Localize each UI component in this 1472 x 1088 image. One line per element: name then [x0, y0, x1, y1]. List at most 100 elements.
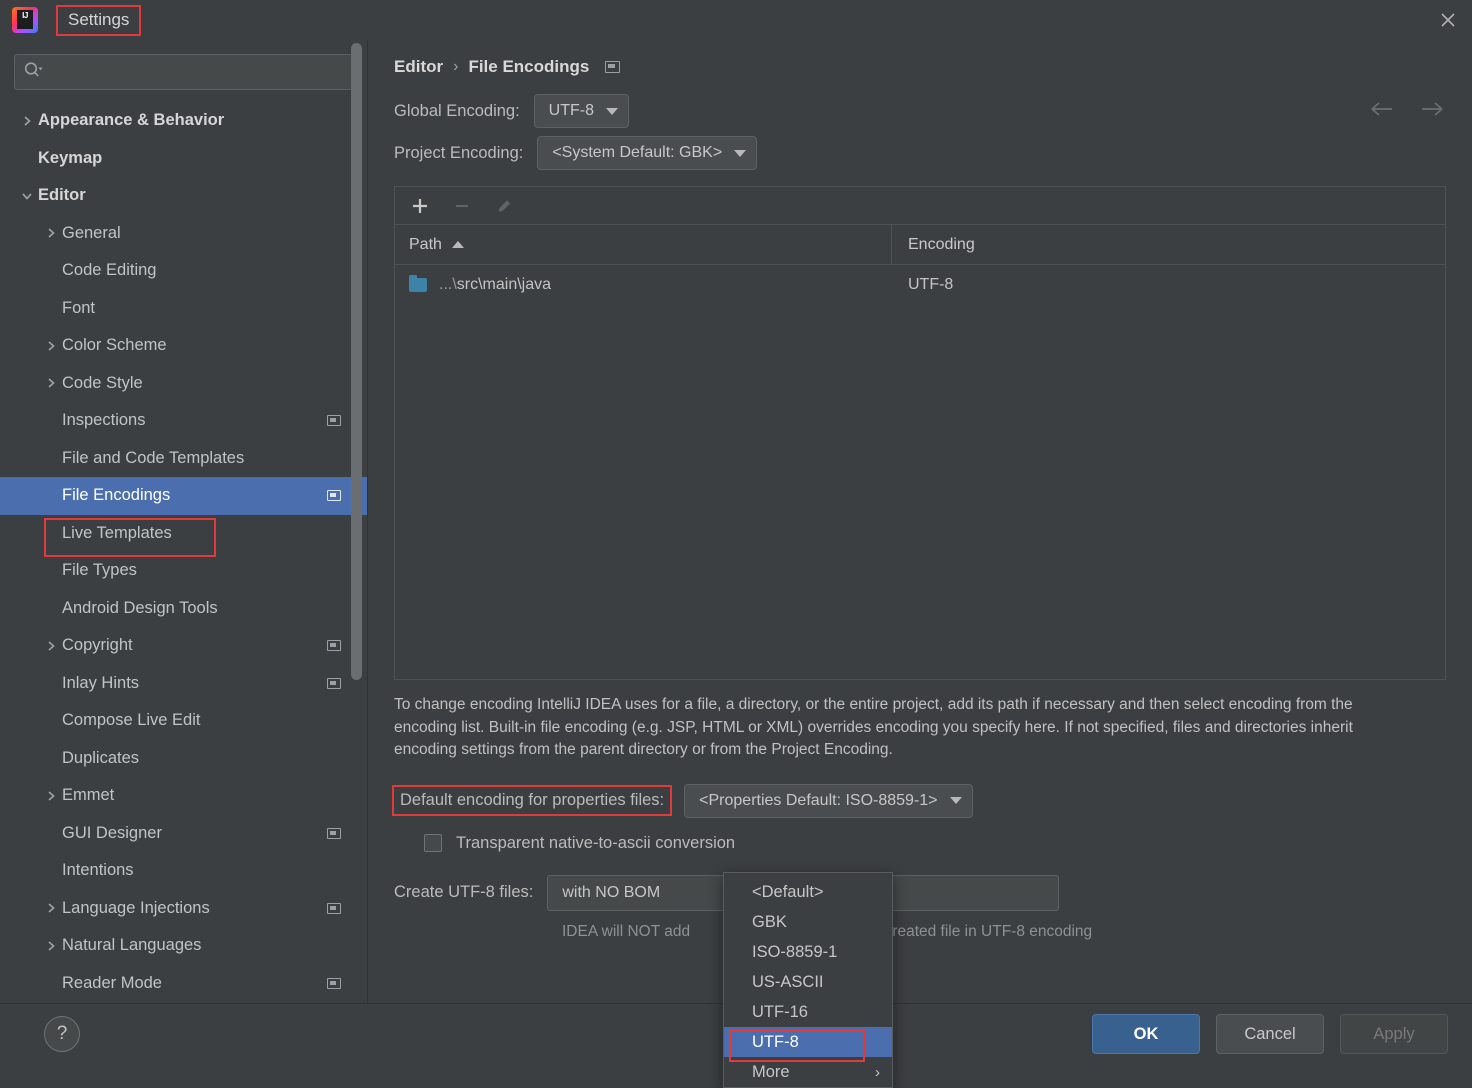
back-arrow-icon[interactable]	[1370, 100, 1396, 123]
sidebar-item-label: File and Code Templates	[62, 448, 245, 467]
encodings-table-panel: Path Encoding ...\src\main\java UTF-8	[394, 186, 1446, 680]
sidebar-item-label: Code Editing	[62, 261, 157, 280]
sidebar-item-font[interactable]: Font	[0, 290, 367, 328]
transparent-conversion-checkbox[interactable]	[424, 834, 442, 852]
chevron-right-icon: ›	[875, 1063, 880, 1081]
column-label-path: Path	[409, 235, 442, 253]
cancel-button[interactable]: Cancel	[1216, 1014, 1324, 1054]
properties-encoding-dropdown[interactable]: <Default> GBK ISO-8859-1 US-ASCII UTF-16 UTF-…	[723, 872, 893, 1088]
chevron-right-icon[interactable]	[40, 639, 62, 653]
sidebar-item-duplicates[interactable]: Duplicates	[0, 740, 367, 778]
sidebar-item-label: Live Templates	[62, 523, 172, 542]
ok-button[interactable]: OK	[1092, 1014, 1200, 1054]
remove-button[interactable]	[451, 195, 473, 217]
search-box[interactable]	[14, 54, 353, 90]
global-encoding-label: Global Encoding:	[394, 101, 520, 120]
sidebar-item-keymap[interactable]: Keymap	[0, 140, 367, 178]
table-toolbar	[395, 187, 1445, 225]
chevron-right-icon[interactable]	[16, 114, 38, 128]
sidebar-item-file-encodings[interactable]: File Encodings	[0, 477, 367, 515]
dropdown-option-utf-16[interactable]: UTF-16	[724, 997, 892, 1027]
chevron-right-icon[interactable]	[40, 939, 62, 953]
project-scope-icon	[327, 490, 341, 502]
dropdown-option-utf-8[interactable]: UTF-8	[724, 1027, 892, 1057]
search-input[interactable]	[49, 64, 344, 80]
sidebar-item-appearance-behavior[interactable]: Appearance & Behavior	[0, 102, 367, 140]
sidebar-item-label: Duplicates	[62, 748, 140, 767]
create-utf8-hint-right: ery created file in UTF-8 encoding	[858, 922, 1093, 940]
sidebar-item-label: Reader Mode	[62, 973, 162, 992]
breadcrumb-separator: ›	[453, 58, 459, 75]
table-row[interactable]: ...\src\main\java UTF-8	[395, 265, 1445, 305]
dropdown-option-gbk[interactable]: GBK	[724, 907, 892, 937]
sidebar-item-code-style[interactable]: Code Style	[0, 365, 367, 403]
help-button[interactable]: ?	[44, 1016, 80, 1052]
project-encoding-label: Project Encoding:	[394, 143, 524, 162]
dropdown-option-iso-8859-1[interactable]: ISO-8859-1	[724, 937, 892, 967]
sidebar-item-copyright[interactable]: Copyright	[0, 627, 367, 665]
sidebar-item-code-editing[interactable]: Code Editing	[0, 252, 367, 290]
global-encoding-combo[interactable]: UTF-8	[533, 94, 629, 128]
sort-ascending-icon	[451, 241, 464, 248]
sidebar-item-label: General	[62, 223, 121, 242]
sidebar-item-emmet[interactable]: Emmet	[0, 777, 367, 815]
properties-encoding-combo[interactable]: <Properties Default: ISO-8859-1>	[684, 783, 973, 818]
forward-arrow-icon[interactable]	[1420, 100, 1446, 123]
sidebar-item-file-and-code-templates[interactable]: File and Code Templates	[0, 440, 367, 478]
sidebar-item-file-types[interactable]: File Types	[0, 552, 367, 590]
table-header: Path Encoding	[395, 225, 1445, 265]
sidebar-item-label: Keymap	[38, 148, 103, 167]
project-encoding-row: Project Encoding: <System Default: GBK>	[394, 136, 1446, 170]
sidebar-item-editor[interactable]: Editor	[0, 177, 367, 215]
sidebar-item-live-templates[interactable]: Live Templates	[0, 515, 367, 553]
sidebar-item-general[interactable]: General	[0, 215, 367, 253]
project-scope-icon	[327, 640, 341, 652]
sidebar-item-color-scheme[interactable]: Color Scheme	[0, 327, 367, 365]
project-encoding-value: <System Default: GBK>	[552, 144, 723, 161]
properties-encoding-value: <Properties Default: ISO-8859-1>	[699, 791, 938, 809]
column-header-path[interactable]: Path	[395, 225, 892, 264]
sidebar-item-label: Language Injections	[62, 898, 210, 917]
sidebar-item-reader-mode[interactable]: Reader Mode	[0, 965, 367, 1003]
dropdown-option-us-ascii[interactable]: US-ASCII	[724, 967, 892, 997]
chevron-right-icon[interactable]	[40, 901, 62, 915]
sidebar-item-compose-live-edit[interactable]: Compose Live Edit	[0, 702, 367, 740]
global-encoding-row: Global Encoding: UTF-8	[394, 94, 1446, 128]
add-button[interactable]	[409, 195, 431, 217]
sidebar-item-label: File Types	[62, 561, 137, 580]
sidebar-item-natural-languages[interactable]: Natural Languages	[0, 927, 367, 965]
sidebar-item-language-injections[interactable]: Language Injections	[0, 890, 367, 928]
column-header-encoding[interactable]: Encoding	[892, 225, 1445, 264]
project-scope-icon	[327, 827, 341, 839]
create-utf8-hint-left: IDEA will NOT add	[562, 922, 691, 940]
chevron-right-icon[interactable]	[40, 376, 62, 390]
breadcrumb-parent[interactable]: Editor	[394, 57, 443, 77]
close-icon[interactable]	[1424, 0, 1472, 40]
column-label-encoding: Encoding	[908, 235, 975, 253]
dropdown-option-more[interactable]: More ›	[724, 1057, 892, 1087]
chevron-right-icon[interactable]	[40, 339, 62, 353]
chevron-down-icon[interactable]	[16, 189, 38, 203]
apply-button[interactable]: Apply	[1340, 1014, 1448, 1054]
sidebar-item-label: Color Scheme	[62, 336, 167, 355]
edit-pencil-icon[interactable]	[493, 195, 515, 217]
sidebar-item-label: Natural Languages	[62, 936, 202, 955]
sidebar-item-inspections[interactable]: Inspections	[0, 402, 367, 440]
chevron-right-icon[interactable]	[40, 789, 62, 803]
properties-encoding-row: Default encoding for properties files: <…	[391, 783, 1446, 818]
encoding-description: To change encoding IntelliJ IDEA uses fo…	[394, 696, 1353, 758]
settings-tree: Appearance & Behavior Keymap Editor General…	[0, 102, 367, 1002]
sidebar-scrollbar[interactable]	[351, 43, 362, 680]
create-utf8-hint: IDEA will NOT add ery created file in UT…	[562, 923, 1446, 941]
sidebar-item-intentions[interactable]: Intentions	[0, 852, 367, 890]
dialog-content: Appearance & Behavior Keymap Editor General…	[0, 40, 1472, 1088]
sidebar-item-inlay-hints[interactable]: Inlay Hints	[0, 665, 367, 703]
transparent-conversion-row: Transparent native-to-ascii conversion	[424, 834, 1446, 853]
sidebar-item-android-design-tools[interactable]: Android Design Tools	[0, 590, 367, 628]
project-encoding-combo[interactable]: <System Default: GBK>	[537, 136, 758, 170]
chevron-right-icon[interactable]	[40, 226, 62, 240]
sidebar-item-label: Font	[62, 298, 96, 317]
dropdown-option-default[interactable]: <Default>	[724, 877, 892, 907]
chevron-down-icon	[606, 107, 618, 115]
sidebar-item-gui-designer[interactable]: GUI Designer	[0, 815, 367, 853]
